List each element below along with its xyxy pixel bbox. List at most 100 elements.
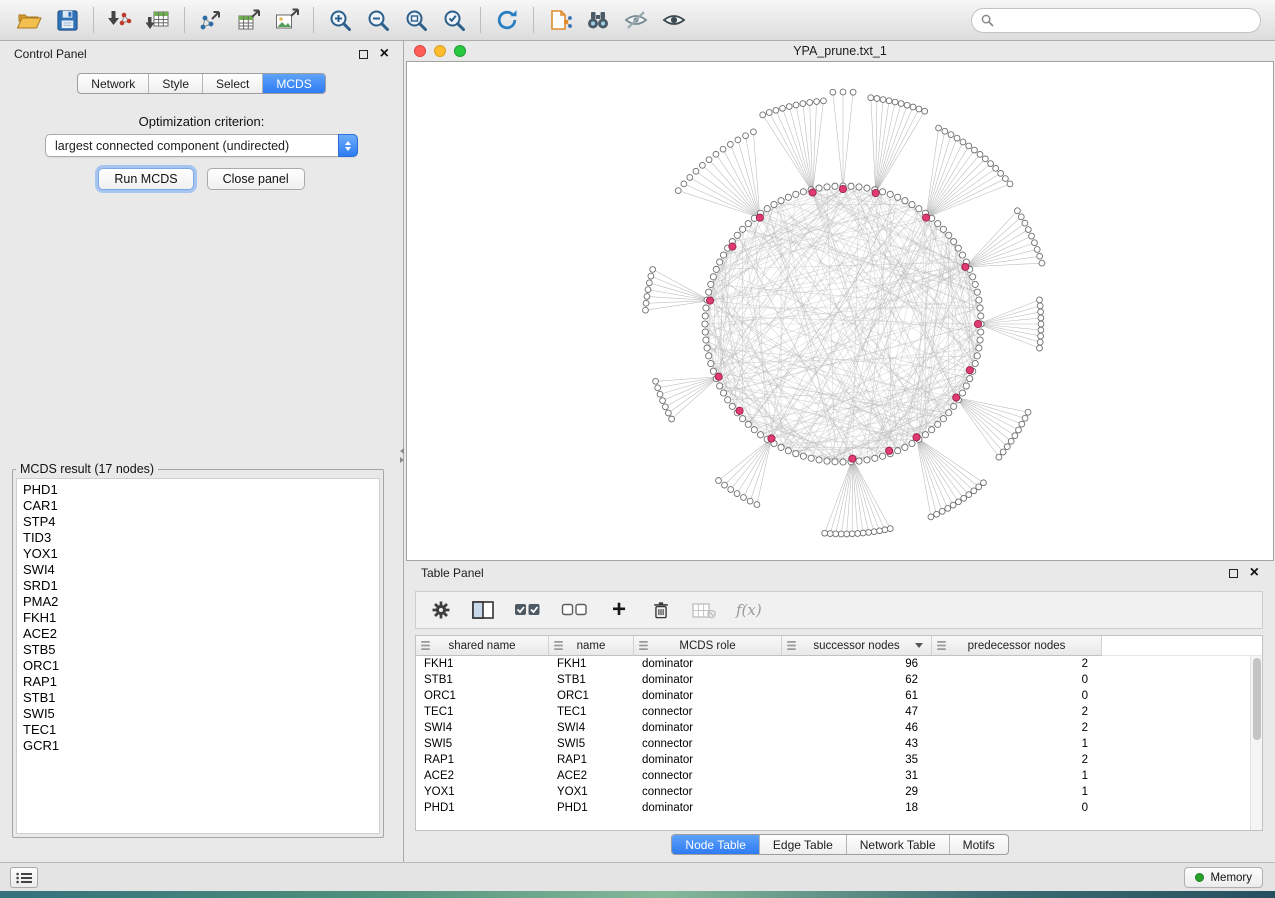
- table-cell[interactable]: ORC1: [549, 688, 634, 704]
- table-cell[interactable]: dominator: [634, 688, 782, 704]
- column-header-mcds-role[interactable]: MCDS role: [634, 636, 782, 656]
- network-graph[interactable]: [407, 62, 1273, 560]
- table-cell[interactable]: ACE2: [549, 768, 634, 784]
- table-cell[interactable]: 0: [932, 800, 1102, 816]
- tab-mcds[interactable]: MCDS: [262, 74, 324, 93]
- delete-button[interactable]: [650, 596, 672, 624]
- table-cell[interactable]: PHD1: [549, 800, 634, 816]
- table-row[interactable]: STB1STB1dominator620: [416, 672, 1262, 688]
- table-cell[interactable]: 18: [782, 800, 932, 816]
- tab-network-table[interactable]: Network Table: [846, 835, 949, 854]
- table-cell[interactable]: 62: [782, 672, 932, 688]
- table-cell[interactable]: STB1: [549, 672, 634, 688]
- table-row[interactable]: ACE2ACE2connector311: [416, 768, 1262, 784]
- table-cell[interactable]: dominator: [634, 720, 782, 736]
- mcds-result-item[interactable]: CAR1: [23, 498, 379, 514]
- mcds-result-item[interactable]: TEC1: [23, 722, 379, 738]
- mcds-result-item[interactable]: SRD1: [23, 578, 379, 594]
- mcds-result-item[interactable]: TID3: [23, 530, 379, 546]
- table-cell[interactable]: dominator: [634, 800, 782, 816]
- table-row[interactable]: ORC1ORC1dominator610: [416, 688, 1262, 704]
- tab-motifs[interactable]: Motifs: [949, 835, 1008, 854]
- collapse-right-icon[interactable]: [400, 457, 404, 463]
- table-cell[interactable]: PHD1: [416, 800, 549, 816]
- table-row[interactable]: SWI4SWI4dominator462: [416, 720, 1262, 736]
- import-table-button[interactable]: [139, 4, 177, 36]
- zoom-out-button[interactable]: [359, 4, 397, 36]
- export-network-button[interactable]: [192, 4, 230, 36]
- table-cell[interactable]: TEC1: [549, 704, 634, 720]
- network-canvas[interactable]: [406, 61, 1274, 561]
- table-cell[interactable]: TEC1: [416, 704, 549, 720]
- collapse-left-icon[interactable]: [400, 448, 404, 454]
- table-cell[interactable]: 0: [932, 672, 1102, 688]
- save-button[interactable]: [48, 4, 86, 36]
- float-panel-icon[interactable]: [359, 50, 368, 59]
- network-titlebar[interactable]: YPA_prune.txt_1: [405, 41, 1275, 61]
- table-row[interactable]: RAP1RAP1dominator352: [416, 752, 1262, 768]
- table-cell[interactable]: 46: [782, 720, 932, 736]
- table-cell[interactable]: 29: [782, 784, 932, 800]
- export-image-button[interactable]: [268, 4, 306, 36]
- table-cell[interactable]: FKH1: [549, 656, 634, 672]
- mcds-result-item[interactable]: FKH1: [23, 610, 379, 626]
- table-cell[interactable]: 2: [932, 720, 1102, 736]
- table-cell[interactable]: connector: [634, 768, 782, 784]
- close-table-panel-icon[interactable]: ×: [1250, 568, 1259, 578]
- table-cell[interactable]: connector: [634, 704, 782, 720]
- show-elements-button[interactable]: [655, 4, 693, 36]
- table-cell[interactable]: ACE2: [416, 768, 549, 784]
- table-cell[interactable]: SWI4: [416, 720, 549, 736]
- table-cell[interactable]: 1: [932, 784, 1102, 800]
- column-header-shared-name[interactable]: shared name: [416, 636, 549, 656]
- table-cell[interactable]: RAP1: [416, 752, 549, 768]
- tab-style[interactable]: Style: [148, 74, 202, 93]
- column-header-successor-nodes[interactable]: successor nodes: [782, 636, 932, 656]
- table-cell[interactable]: 2: [932, 752, 1102, 768]
- task-history-button[interactable]: [10, 867, 38, 888]
- table-cell[interactable]: dominator: [634, 752, 782, 768]
- table-cell[interactable]: 35: [782, 752, 932, 768]
- table-cell[interactable]: STB1: [416, 672, 549, 688]
- mcds-result-item[interactable]: STB1: [23, 690, 379, 706]
- table-cell[interactable]: 1: [932, 736, 1102, 752]
- table-cell[interactable]: connector: [634, 784, 782, 800]
- criterion-dropdown[interactable]: largest connected component (undirected): [45, 134, 358, 157]
- table-row[interactable]: YOX1YOX1connector291: [416, 784, 1262, 800]
- table-cell[interactable]: dominator: [634, 672, 782, 688]
- table-cell[interactable]: 96: [782, 656, 932, 672]
- first-neighbors-button[interactable]: [579, 4, 617, 36]
- close-panel-icon[interactable]: ×: [380, 49, 389, 59]
- table-scrollbar[interactable]: [1250, 656, 1262, 830]
- table-cell[interactable]: SWI4: [549, 720, 634, 736]
- table-cell[interactable]: 61: [782, 688, 932, 704]
- table-cell[interactable]: 1: [932, 768, 1102, 784]
- refresh-button[interactable]: [488, 4, 526, 36]
- close-panel-button[interactable]: Close panel: [207, 168, 305, 190]
- scrollbar-thumb[interactable]: [1253, 658, 1261, 740]
- zoom-selected-button[interactable]: [435, 4, 473, 36]
- hide-elements-button[interactable]: [617, 4, 655, 36]
- table-cell[interactable]: 2: [932, 656, 1102, 672]
- table-row[interactable]: FKH1FKH1dominator962: [416, 656, 1262, 672]
- memory-button[interactable]: Memory: [1184, 867, 1263, 888]
- open-file-button[interactable]: [10, 4, 48, 36]
- mcds-result-item[interactable]: YOX1: [23, 546, 379, 562]
- deselect-all-button[interactable]: [561, 596, 588, 624]
- table-settings-button[interactable]: [430, 596, 452, 624]
- table-cell[interactable]: YOX1: [549, 784, 634, 800]
- mcds-result-item[interactable]: ACE2: [23, 626, 379, 642]
- mcds-result-item[interactable]: SWI5: [23, 706, 379, 722]
- mcds-result-item[interactable]: STB5: [23, 642, 379, 658]
- add-row-button[interactable]: +: [608, 596, 630, 624]
- zoom-in-button[interactable]: [321, 4, 359, 36]
- tab-edge-table[interactable]: Edge Table: [759, 835, 846, 854]
- mcds-result-item[interactable]: ORC1: [23, 658, 379, 674]
- zoom-fit-button[interactable]: [397, 4, 435, 36]
- select-all-button[interactable]: [514, 596, 541, 624]
- mcds-result-list[interactable]: PHD1CAR1STP4TID3YOX1SWI4SRD1PMA2FKH1ACE2…: [16, 478, 380, 834]
- table-cell[interactable]: 31: [782, 768, 932, 784]
- table-cell[interactable]: connector: [634, 736, 782, 752]
- table-cell[interactable]: dominator: [634, 656, 782, 672]
- table-cell[interactable]: SWI5: [416, 736, 549, 752]
